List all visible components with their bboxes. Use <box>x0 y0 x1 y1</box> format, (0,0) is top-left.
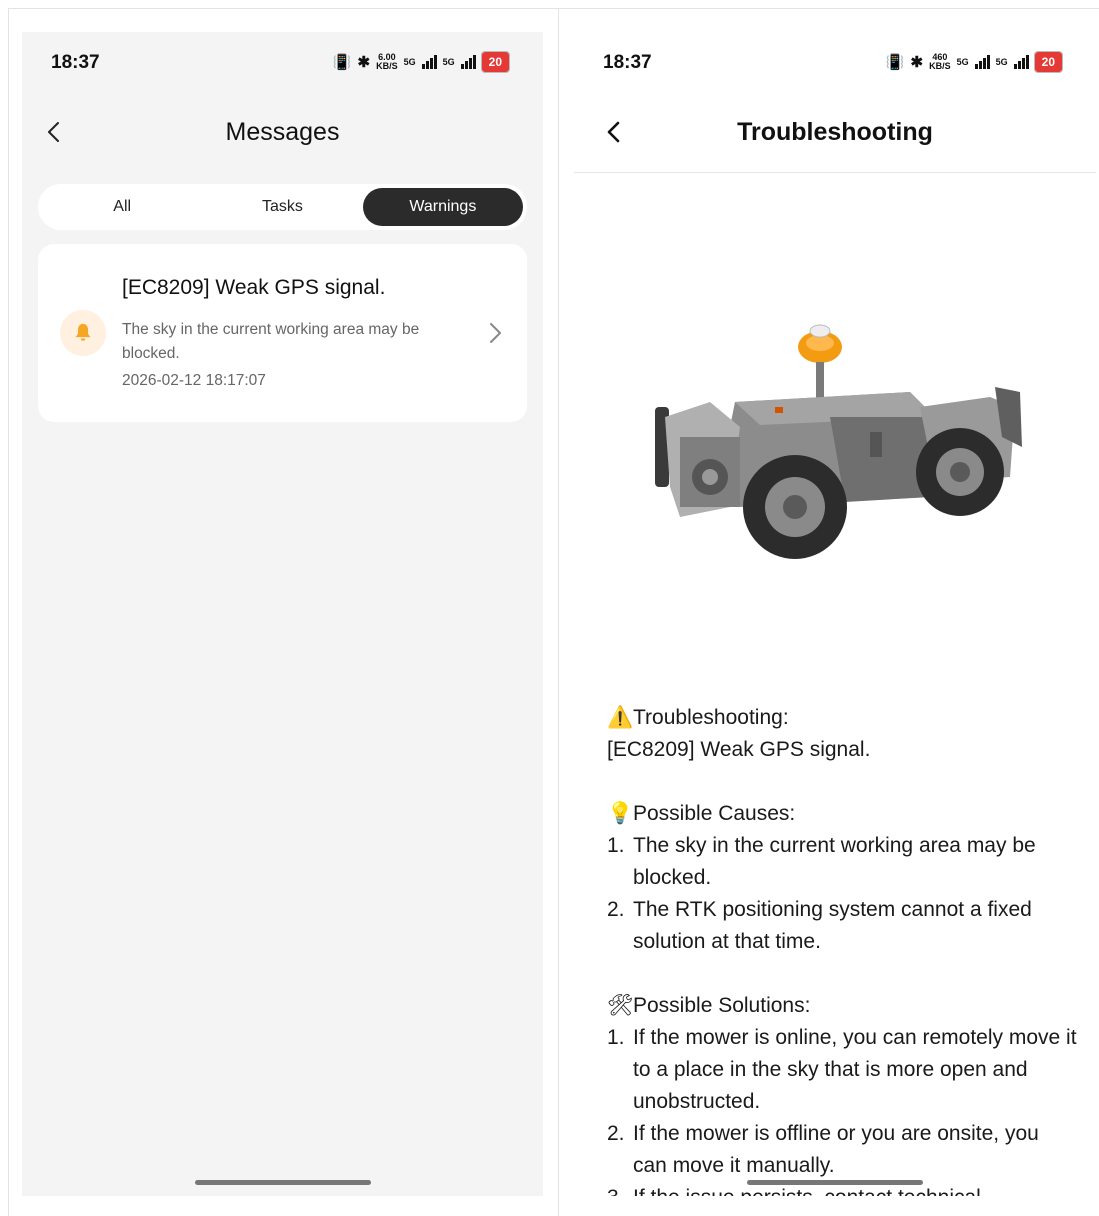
robot-mower-image <box>655 324 1022 559</box>
message-card[interactable]: [EC8209] Weak GPS signal. The sky in the… <box>38 244 527 422</box>
lightbulb-icon: 💡 <box>607 802 634 825</box>
network-type-1: 5G <box>956 56 969 67</box>
status-icons: 📳 ✱ 6.00 KB/S 5G 5G 20 <box>332 51 511 73</box>
network-speed: 460 KB/S <box>929 52 951 71</box>
troubleshooting-heading: ⚠️Troubleshooting: <box>607 702 1077 734</box>
network-speed: 6.00 KB/S <box>376 52 398 71</box>
solution-item: 2. If the mower is offline or you are ons… <box>607 1122 1039 1177</box>
nav-bar: Troubleshooting <box>574 110 1096 158</box>
status-bar: 18:37 📳 ✱ 460 KB/S 5G 5G 20 <box>574 32 1096 94</box>
home-indicator[interactable] <box>747 1180 923 1185</box>
battery-icon: 20 <box>1033 51 1064 73</box>
network-type-2: 5G <box>442 56 455 67</box>
panel-divider <box>558 8 559 1216</box>
causes-heading: 💡Possible Causes: <box>607 798 1077 830</box>
vibrate-icon: 📳 <box>885 54 905 71</box>
chevron-right-icon <box>490 323 501 343</box>
tab-all[interactable]: All <box>42 188 202 226</box>
nav-bar: Messages <box>22 110 543 158</box>
nav-divider <box>574 172 1096 173</box>
page-title: Troubleshooting <box>737 118 933 146</box>
bluetooth-icon: ✱ <box>357 54 371 71</box>
message-title: [EC8209] Weak GPS signal. <box>122 276 386 299</box>
status-bar: 18:37 📳 ✱ 6.00 KB/S 5G 5G 20 <box>22 32 543 94</box>
network-type-1: 5G <box>403 56 416 67</box>
message-timestamp: 2026-02-12 18:17:07 <box>122 372 266 389</box>
cause-item: 2. The RTK positioning system cannot a fi… <box>607 898 1032 953</box>
bell-icon-badge <box>60 310 106 356</box>
tools-icon: 🛠 <box>607 994 634 1017</box>
home-indicator[interactable] <box>195 1180 371 1185</box>
status-time: 18:37 <box>603 52 652 73</box>
signal-icon-2 <box>460 55 476 69</box>
page-title: Messages <box>225 118 340 146</box>
warning-icon: ⚠️ <box>607 706 634 729</box>
vibrate-icon: 📳 <box>332 54 352 71</box>
network-type-2: 5G <box>995 56 1008 67</box>
signal-icon-2 <box>1013 55 1029 69</box>
battery-icon: 20 <box>480 51 511 73</box>
message-description: The sky in the current working area may … <box>122 321 420 362</box>
troubleshooting-content: ⚠️Troubleshooting: [EC8209] Weak GPS sig… <box>607 702 1077 1196</box>
status-time: 18:37 <box>51 52 100 73</box>
messages-screen: 18:37 📳 ✱ 6.00 KB/S 5G 5G 20 Messages All… <box>22 32 543 1196</box>
error-code-line: [EC8209] Weak GPS signal. <box>607 738 871 761</box>
bluetooth-icon: ✱ <box>910 54 924 71</box>
tab-warnings[interactable]: Warnings <box>362 188 523 226</box>
tab-tasks[interactable]: Tasks <box>202 188 362 226</box>
cause-item: 1. The sky in the current working area ma… <box>607 834 1036 889</box>
signal-icon <box>974 55 990 69</box>
signal-icon <box>421 55 437 69</box>
bell-icon <box>75 323 91 341</box>
troubleshooting-screen: 18:37 📳 ✱ 460 KB/S 5G 5G 20 Troubleshooti… <box>574 32 1096 1196</box>
solution-item: 1. If the mower is online, you can remote… <box>607 1026 1077 1113</box>
solutions-heading: 🛠Possible Solutions: <box>607 990 1077 1022</box>
status-icons: 📳 ✱ 460 KB/S 5G 5G 20 <box>885 51 1064 73</box>
message-tabs: All Tasks Warnings <box>38 184 527 230</box>
